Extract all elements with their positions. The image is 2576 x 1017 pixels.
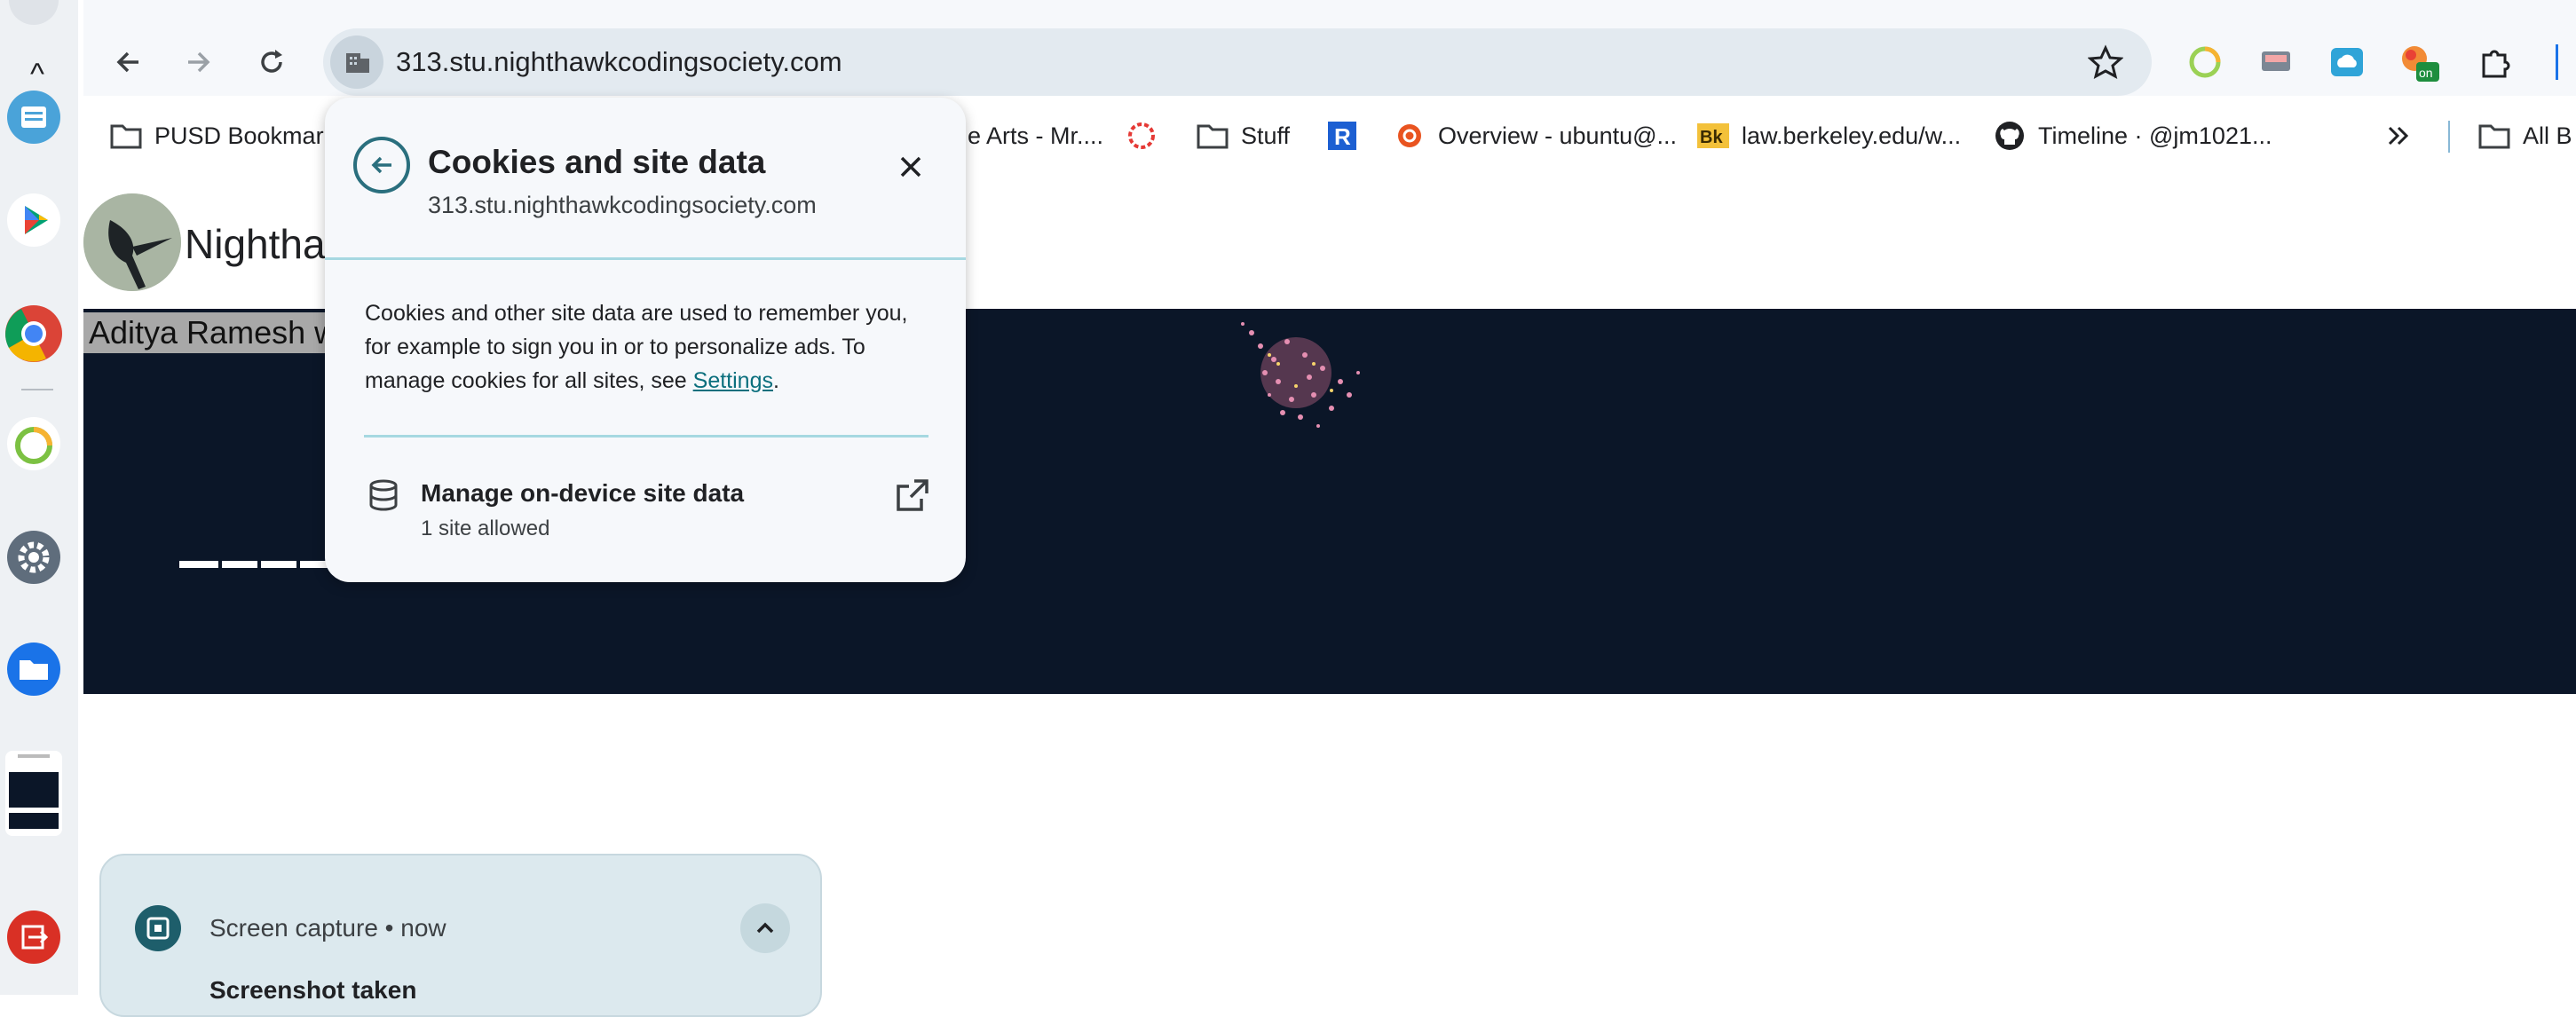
bookmark-replit[interactable]: R xyxy=(1326,117,1371,154)
bookmark-github[interactable]: Timeline · @jm1021... xyxy=(1994,117,2272,154)
bookmark-ubuntu[interactable]: Overview - ubuntu@... xyxy=(1394,117,1677,154)
bookmark-label: e Arts - Mr.... xyxy=(968,122,1104,149)
notification-separator: • xyxy=(384,914,394,942)
folder-icon xyxy=(2478,120,2510,152)
bookmark-label: Overview - ubuntu@... xyxy=(1438,122,1678,149)
popup-divider-2 xyxy=(364,435,928,438)
bookmark-berkeley[interactable]: Bk law.berkeley.edu/w... xyxy=(1697,117,1961,154)
svg-text:on: on xyxy=(2419,66,2433,80)
site-title[interactable]: Nighthа xyxy=(185,220,326,268)
svg-text:Bk: Bk xyxy=(1700,128,1723,147)
shelf: ^ xyxy=(0,0,78,995)
screen-capture-icon xyxy=(135,905,181,951)
sites-allowed-count: 1 site allowed xyxy=(421,516,550,540)
address-bar[interactable]: 313.stu.nighthawkcodingsociety.com xyxy=(323,28,2152,96)
extension-timer-icon[interactable] xyxy=(2184,41,2226,83)
svg-text:R: R xyxy=(1334,123,1351,150)
collapse-chevron-icon[interactable] xyxy=(740,903,790,953)
notification-app-name: Screen capture xyxy=(209,914,378,942)
notification-message: Screenshot taken xyxy=(209,976,417,1004)
extension-on-badge-icon[interactable]: on xyxy=(2398,41,2441,83)
exit-app-icon[interactable] xyxy=(2,905,66,969)
bookmark-star-icon[interactable] xyxy=(2086,43,2125,82)
popup-description: Cookies and other site data are used to … xyxy=(365,296,933,398)
chrome-icon[interactable] xyxy=(2,302,66,366)
manage-site-data-title[interactable]: Manage on-device site data xyxy=(421,479,744,508)
replit-icon: R xyxy=(1326,120,1358,152)
bookmark-all[interactable]: All B xyxy=(2478,117,2572,154)
bookmark-pusd[interactable]: PUSD Bookmar xyxy=(110,117,324,154)
notification-source: Screen capture • now xyxy=(209,914,446,942)
url-text[interactable]: 313.stu.nighthawkcodingsociety.com xyxy=(396,46,842,78)
popup-title: Cookies and site data xyxy=(428,144,766,180)
bookmarks-divider xyxy=(2448,121,2450,153)
notification-time: now xyxy=(400,914,446,942)
extensions-puzzle-icon[interactable] xyxy=(2473,41,2516,83)
site-info-icon[interactable] xyxy=(330,35,383,89)
extension-cast-icon[interactable] xyxy=(2255,41,2297,83)
cookies-site-data-popup: Cookies and site data 313.stu.nighthawkc… xyxy=(325,98,966,582)
shelf-divider xyxy=(21,389,53,390)
shelf-app-news-icon[interactable] xyxy=(2,85,66,149)
reload-icon[interactable] xyxy=(250,41,293,83)
bk-icon: Bk xyxy=(1697,120,1729,152)
open-window-thumbnail[interactable] xyxy=(2,751,66,836)
close-icon[interactable] xyxy=(891,147,930,186)
back-arrow-icon[interactable] xyxy=(353,137,410,193)
description-text: Cookies and other site data are used to … xyxy=(365,301,908,393)
hero-divider-line xyxy=(179,561,339,568)
ubuntu-icon xyxy=(1394,120,1426,152)
bookmark-label: Timeline · @jm1021... xyxy=(2038,122,2272,149)
back-arrow-icon[interactable] xyxy=(107,41,149,83)
particle-cluster xyxy=(1241,322,1360,428)
open-external-icon[interactable] xyxy=(895,477,930,513)
author-label: Aditya Ramesh w xyxy=(83,312,344,353)
bookmark-arts[interactable]: e Arts - Mr.... xyxy=(968,117,1103,154)
shelf-app-top[interactable] xyxy=(2,0,66,32)
play-store-icon[interactable] xyxy=(2,188,66,252)
popup-divider xyxy=(325,257,966,260)
timer-app-icon[interactable] xyxy=(2,412,66,476)
folder-icon xyxy=(1197,120,1229,152)
bookmark-label: PUSD Bookmar xyxy=(154,122,324,149)
extension-cloud-icon[interactable] xyxy=(2326,41,2368,83)
screenshot-notification[interactable]: Screen capture • now Screenshot taken xyxy=(99,854,822,1017)
bookmark-label: Stuff xyxy=(1241,122,1291,149)
bookmark-red-circle[interactable] xyxy=(1126,117,1170,154)
nighthawk-logo[interactable] xyxy=(83,193,181,291)
settings-gear-icon[interactable] xyxy=(2,525,66,589)
forward-arrow-icon[interactable] xyxy=(178,41,220,83)
github-icon xyxy=(1994,120,2026,152)
profile-divider xyxy=(2539,41,2574,83)
bookmark-label: All B xyxy=(2523,122,2572,149)
folder-settings-icon xyxy=(110,120,142,152)
settings-link[interactable]: Settings xyxy=(693,368,773,393)
popup-domain: 313.stu.nighthawkcodingsociety.com xyxy=(428,192,817,218)
bookmark-stuff[interactable]: Stuff xyxy=(1197,117,1290,154)
red-circle-icon xyxy=(1126,120,1158,152)
database-icon xyxy=(366,477,401,513)
description-end: . xyxy=(772,368,779,393)
files-folder-icon[interactable] xyxy=(2,637,66,701)
bookmark-label: law.berkeley.edu/w... xyxy=(1742,122,1962,149)
more-bookmarks-chevron-icon[interactable] xyxy=(2384,117,2411,154)
